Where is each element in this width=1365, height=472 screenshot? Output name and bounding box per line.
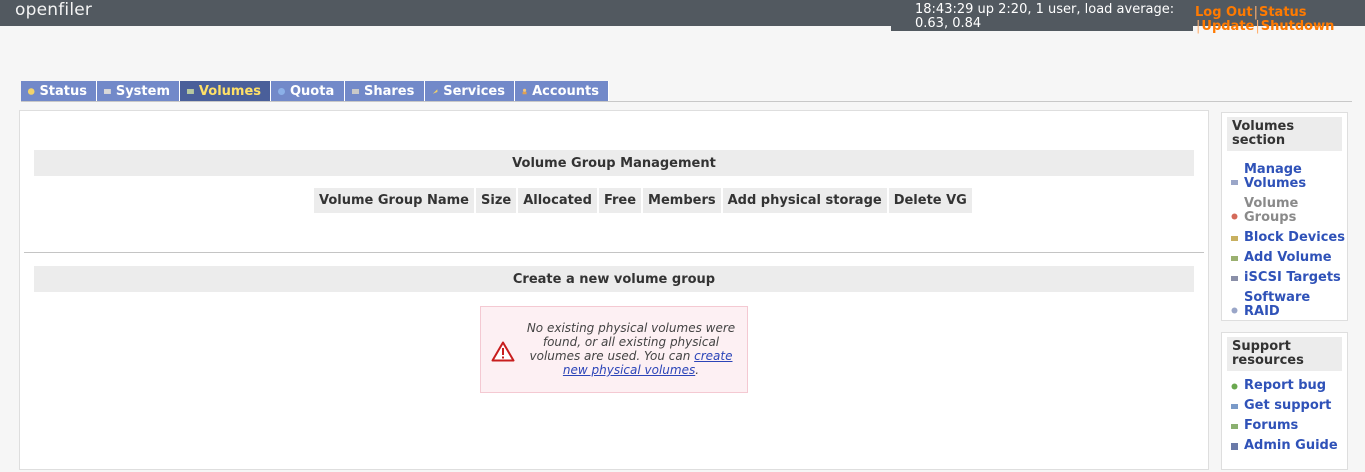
- volume-groups-icon: [1231, 213, 1238, 220]
- guide-icon: [1231, 443, 1238, 450]
- sidebar-item-manage-volumes[interactable]: Manage Volumes: [1230, 163, 1347, 191]
- add-volume-icon: [1231, 256, 1238, 261]
- column-header: Size: [476, 188, 517, 213]
- column-header: Allocated: [518, 188, 597, 213]
- sidebar-item-label: iSCSI Targets: [1244, 270, 1341, 285]
- sidebar-item-label: Manage Volumes: [1244, 162, 1307, 191]
- main-content: Volume Group Management Volume Group Nam…: [19, 110, 1209, 470]
- software-raid-icon: [1231, 307, 1238, 314]
- shares-icon: [352, 89, 359, 94]
- status-icon: [27, 88, 35, 95]
- header-links: Log Out|Status |Update|Shutdown: [1195, 6, 1334, 34]
- sidebar-item-label: Get support: [1244, 398, 1332, 413]
- tab-label: System: [115, 84, 170, 99]
- warning-text: No existing physical volumes were found,…: [521, 321, 741, 377]
- sidebar-item-label: Software RAID: [1244, 290, 1311, 319]
- sidebar-item-label: Admin Guide: [1244, 438, 1338, 453]
- volumes-section-panel: Volumes section Manage Volumes Volume Gr…: [1221, 112, 1348, 321]
- warning-suffix: .: [695, 363, 700, 377]
- section-divider: [24, 252, 1204, 253]
- sidebar-item-label: Volume Groups: [1244, 196, 1299, 225]
- system-icon: [103, 89, 111, 94]
- column-header: Members: [643, 188, 721, 213]
- tab-label: Volumes: [198, 84, 261, 99]
- block-devices-icon: [1231, 236, 1238, 241]
- sidebar-item-admin-guide[interactable]: Admin Guide: [1230, 439, 1347, 453]
- sidebar-item-add-volume[interactable]: Add Volume: [1230, 251, 1347, 265]
- support-resources-title: Support resources: [1227, 337, 1342, 371]
- sidebar-item-get-support[interactable]: Get support: [1230, 399, 1347, 413]
- update-link[interactable]: Update: [1201, 19, 1254, 34]
- warning-message: No existing physical volumes were found,…: [480, 306, 748, 393]
- sidebar-item-label: Forums: [1244, 418, 1299, 433]
- support-resources-links: Report bug Get support Forums Admin Guid…: [1222, 371, 1347, 453]
- sidebar-item-label: Block Devices: [1244, 230, 1345, 245]
- tab-volumes[interactable]: Volumes: [180, 81, 271, 102]
- tab-shares[interactable]: Shares: [345, 81, 425, 102]
- tab-label: Services: [443, 84, 505, 99]
- vg-management-header: Volume Group Management: [34, 150, 1194, 176]
- iscsi-targets-icon: [1231, 276, 1238, 281]
- column-header: Volume Group Name: [314, 188, 474, 213]
- tab-label: Shares: [364, 84, 415, 99]
- openfiler-logo: openfiler: [15, 0, 93, 20]
- tab-services[interactable]: Services: [425, 81, 515, 102]
- sidebar-item-volume-groups[interactable]: Volume Groups: [1230, 197, 1347, 225]
- tab-status[interactable]: Status: [21, 81, 97, 102]
- support-icon: [1231, 404, 1238, 409]
- volumes-section-links: Manage Volumes Volume Groups Block Devic…: [1222, 151, 1347, 319]
- column-header: Add physical storage: [722, 188, 887, 213]
- quota-icon: [278, 88, 285, 95]
- support-resources-panel: Support resources Report bug Get support…: [1221, 332, 1348, 470]
- tab-label: Quota: [290, 84, 335, 99]
- volumes-icon: [186, 89, 194, 94]
- accounts-icon: [522, 88, 527, 95]
- sidebar-item-forums[interactable]: Forums: [1230, 419, 1347, 433]
- sidebar-item-iscsi-targets[interactable]: iSCSI Targets: [1230, 271, 1347, 285]
- sidebar-item-software-raid[interactable]: Software RAID: [1230, 291, 1347, 319]
- volumes-section-title: Volumes section: [1227, 117, 1342, 151]
- column-header: Delete VG: [888, 188, 972, 213]
- tab-label: Status: [39, 84, 87, 99]
- create-vg-header: Create a new volume group: [34, 266, 1194, 292]
- sidebar-item-label: Add Volume: [1244, 250, 1332, 265]
- forums-icon: [1231, 424, 1238, 429]
- tab-underline: [21, 101, 1352, 102]
- tab-accounts[interactable]: Accounts: [515, 81, 609, 102]
- tab-label: Accounts: [532, 84, 599, 99]
- bug-icon: [1231, 383, 1238, 390]
- vg-table-header: Volume Group Name Size Allocated Free Me…: [314, 188, 972, 213]
- manage-volumes-icon: [1231, 180, 1238, 185]
- status-link[interactable]: Status: [1259, 5, 1307, 20]
- column-header: Free: [598, 188, 642, 213]
- sidebar-item-label: Report bug: [1244, 378, 1327, 393]
- uptime-status: 18:43:29 up 2:20, 1 user, load average: …: [891, 3, 1193, 31]
- tab-quota[interactable]: Quota: [271, 81, 345, 102]
- top-bar: openfiler 18:43:29 up 2:20, 1 user, load…: [0, 0, 1365, 31]
- tab-system[interactable]: System: [97, 81, 180, 102]
- main-tabs: Status System Volumes Quota Shares Servi…: [21, 81, 609, 102]
- warning-icon: [491, 341, 515, 362]
- logout-link[interactable]: Log Out: [1195, 5, 1253, 20]
- services-icon: [432, 89, 438, 94]
- sidebar-item-report-bug[interactable]: Report bug: [1230, 379, 1347, 393]
- sidebar-item-block-devices[interactable]: Block Devices: [1230, 231, 1347, 245]
- shutdown-link[interactable]: Shutdown: [1261, 19, 1335, 34]
